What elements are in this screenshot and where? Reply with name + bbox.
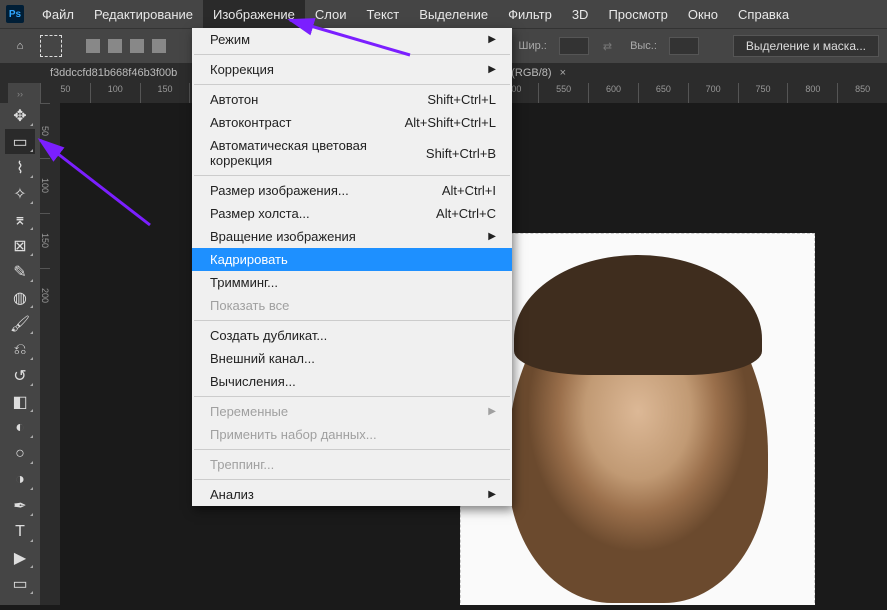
width-label: Шир.: xyxy=(518,40,546,52)
path-selection-tool[interactable]: ▶ xyxy=(5,545,35,570)
tab-close-icon[interactable]: × xyxy=(560,67,566,79)
menu-item-применить-набор-данных-: Применить набор данных... xyxy=(192,423,512,446)
swap-icon[interactable]: ⇄ xyxy=(603,40,612,53)
menu-item-переменные: Переменные▶ xyxy=(192,400,512,423)
gradient-tool[interactable]: ◐ xyxy=(5,415,35,440)
menu-окно[interactable]: Окно xyxy=(678,0,728,28)
eraser-tool[interactable]: ◧ xyxy=(5,389,35,414)
menu-item-анализ[interactable]: Анализ▶ xyxy=(192,483,512,506)
menu-файл[interactable]: Файл xyxy=(32,0,84,28)
panel-strip xyxy=(0,63,8,103)
submenu-arrow-icon: ▶ xyxy=(488,34,496,45)
document-tab-mode: (RGB/8) xyxy=(511,67,551,79)
menu-item-вычисления-[interactable]: Вычисления... xyxy=(192,370,512,393)
move-tool[interactable]: ✥ xyxy=(5,103,35,128)
menu-item-вращение-изображения[interactable]: Вращение изображения▶ xyxy=(192,225,512,248)
submenu-arrow-icon: ▶ xyxy=(488,406,496,417)
brush-tool[interactable]: 🖌 xyxy=(5,311,35,336)
menu-выделение[interactable]: Выделение xyxy=(409,0,498,28)
mode-add-selection[interactable] xyxy=(108,39,122,53)
menu-separator xyxy=(194,449,510,450)
menu-item-показать-все: Показать все xyxy=(192,294,512,317)
frame-tool[interactable]: ⊠ xyxy=(5,233,35,258)
menu-3d[interactable]: 3D xyxy=(562,0,599,28)
rectangle-tool[interactable]: ▭ xyxy=(5,571,35,596)
clone-stamp-tool[interactable]: ⎌ xyxy=(5,337,35,362)
tool-preset-icon[interactable] xyxy=(40,35,62,57)
menu-текст[interactable]: Текст xyxy=(357,0,410,28)
menu-редактирование[interactable]: Редактирование xyxy=(84,0,203,28)
ruler-vertical: 50100150200 xyxy=(40,103,60,605)
app-icon: Ps xyxy=(6,5,24,23)
type-tool[interactable]: T xyxy=(5,519,35,544)
menu-item-режим[interactable]: Режим▶ xyxy=(192,28,512,51)
image-menu-dropdown: Режим▶ Коррекция▶ АвтотонShift+Ctrl+LАвток… xyxy=(192,28,512,506)
menu-item-автоконтраст[interactable]: АвтоконтрастAlt+Shift+Ctrl+L xyxy=(192,111,512,134)
toolbar: ›› ✥▭⌇✧⌆⊠✎◍🖌⎌↺◧◐○◑✒T▶▭ xyxy=(0,83,40,605)
toolbar-grip[interactable]: ›› xyxy=(17,89,23,99)
menu-фильтр[interactable]: Фильтр xyxy=(498,0,562,28)
menu-изображение[interactable]: Изображение xyxy=(203,0,305,28)
menu-item-внешний-канал-[interactable]: Внешний канал... xyxy=(192,347,512,370)
height-input[interactable] xyxy=(669,37,699,55)
menu-item-размер-изображения-[interactable]: Размер изображения...Alt+Ctrl+I xyxy=(192,179,512,202)
document-tab-filename[interactable]: f3ddccfd81b668f46b3f00b xyxy=(50,67,177,79)
marquee-selection xyxy=(460,233,815,605)
mode-intersect-selection[interactable] xyxy=(152,39,166,53)
menu-item-коррекция[interactable]: Коррекция▶ xyxy=(192,58,512,81)
menu-справка[interactable]: Справка xyxy=(728,0,799,28)
home-icon[interactable]: ⌂ xyxy=(8,34,32,58)
marquee-tool[interactable]: ▭ xyxy=(5,129,35,154)
mode-new-selection[interactable] xyxy=(86,39,100,53)
magic-wand-tool[interactable]: ✧ xyxy=(5,181,35,206)
menu-item-треппинг-: Треппинг... xyxy=(192,453,512,476)
submenu-arrow-icon: ▶ xyxy=(488,64,496,75)
crop-tool[interactable]: ⌆ xyxy=(5,207,35,232)
menu-item-тримминг-[interactable]: Тримминг... xyxy=(192,271,512,294)
menu-item-кадрировать[interactable]: Кадрировать xyxy=(192,248,512,271)
menu-separator xyxy=(194,320,510,321)
submenu-arrow-icon: ▶ xyxy=(488,489,496,500)
pen-tool[interactable]: ✒ xyxy=(5,493,35,518)
mode-subtract-selection[interactable] xyxy=(130,39,144,53)
menu-separator xyxy=(194,54,510,55)
menu-слои[interactable]: Слои xyxy=(305,0,357,28)
menu-separator xyxy=(194,175,510,176)
menu-item-автоматическая-цветовая-коррекция[interactable]: Автоматическая цветовая коррекцияShift+C… xyxy=(192,134,512,172)
menu-item-автотон[interactable]: АвтотонShift+Ctrl+L xyxy=(192,88,512,111)
menu-просмотр[interactable]: Просмотр xyxy=(598,0,677,28)
menu-item-создать-дубликат-[interactable]: Создать дубликат... xyxy=(192,324,512,347)
eyedropper-tool[interactable]: ✎ xyxy=(5,259,35,284)
history-brush-tool[interactable]: ↺ xyxy=(5,363,35,388)
height-label: Выс.: xyxy=(630,40,657,52)
menu-separator xyxy=(194,396,510,397)
menubar: Ps ФайлРедактированиеИзображениеСлоиТекс… xyxy=(0,0,887,28)
width-input[interactable] xyxy=(559,37,589,55)
lasso-tool[interactable]: ⌇ xyxy=(5,155,35,180)
image-content xyxy=(461,234,814,605)
dodge-tool[interactable]: ◑ xyxy=(5,467,35,492)
blur-tool[interactable]: ○ xyxy=(5,441,35,466)
menu-separator xyxy=(194,84,510,85)
menu-item-размер-холста-[interactable]: Размер холста...Alt+Ctrl+C xyxy=(192,202,512,225)
select-and-mask-button[interactable]: Выделение и маска... xyxy=(733,35,879,57)
menu-separator xyxy=(194,479,510,480)
healing-brush-tool[interactable]: ◍ xyxy=(5,285,35,310)
submenu-arrow-icon: ▶ xyxy=(488,231,496,242)
